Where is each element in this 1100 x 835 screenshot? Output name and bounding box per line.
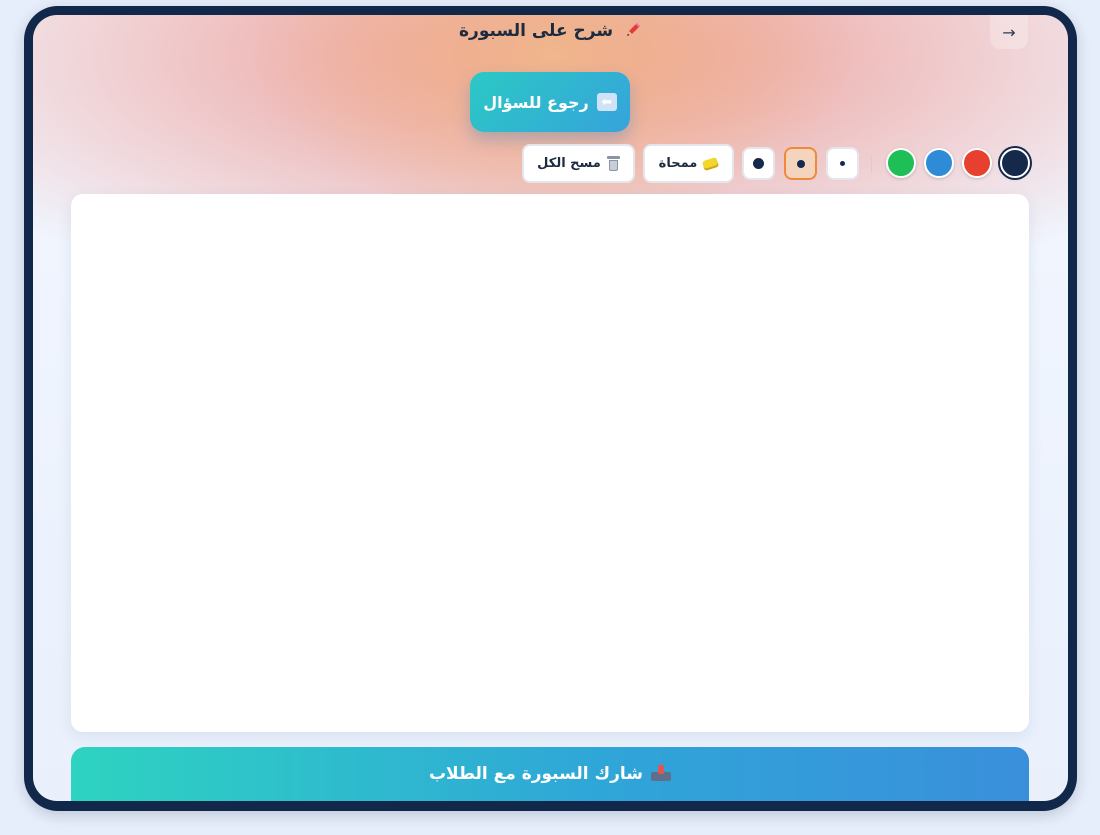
trash-icon — [606, 156, 620, 171]
toolbar-divider — [871, 155, 872, 173]
medium-dot-icon — [796, 159, 805, 168]
brush-size-large[interactable] — [742, 147, 775, 180]
share-button-label: شارك السبورة مع الطلاب — [428, 764, 644, 784]
large-dot-icon — [753, 158, 764, 169]
whiteboard-canvas[interactable] — [71, 194, 1029, 732]
color-swatch-navy[interactable] — [1000, 148, 1030, 178]
clear-all-label: مسح الكل — [537, 156, 601, 171]
inbox-tray-icon — [651, 765, 672, 781]
screen: شرح على السبورة → ⬅ رجوع للسؤال ممحاة مس… — [33, 15, 1068, 801]
color-swatch-blue[interactable] — [924, 148, 954, 178]
eraser-button[interactable]: ممحاة — [643, 144, 734, 183]
color-swatch-red[interactable] — [962, 148, 992, 178]
brush-size-medium[interactable] — [784, 147, 817, 180]
small-dot-icon — [840, 161, 845, 166]
drawing-toolbar: ممحاة مسح الكل — [33, 15, 1068, 195]
color-swatch-green[interactable] — [886, 148, 916, 178]
eraser-label: ممحاة — [658, 156, 698, 171]
share-whiteboard-button[interactable]: شارك السبورة مع الطلاب — [71, 747, 1029, 801]
sponge-icon — [702, 156, 720, 171]
clear-all-button[interactable]: مسح الكل — [522, 144, 635, 183]
brush-size-small[interactable] — [826, 147, 859, 180]
